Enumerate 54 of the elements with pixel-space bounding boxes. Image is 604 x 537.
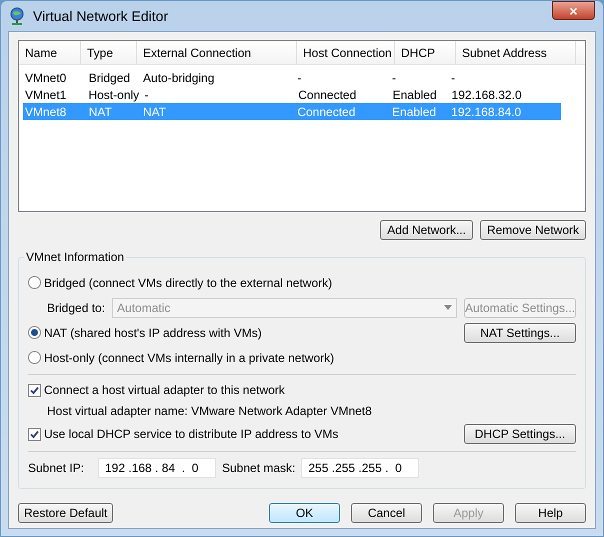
table-row[interactable]: VMnet0 Bridged Auto-bridging - - - xyxy=(23,69,561,86)
dhcp-settings-button[interactable]: DHCP Settings... xyxy=(464,424,576,444)
radio-label: NAT (shared host's IP address with VMs) xyxy=(44,324,262,342)
field-label: Subnet IP: xyxy=(28,460,86,477)
column-header[interactable]: Subnet Address xyxy=(456,41,576,64)
table-cell-text: Enabled xyxy=(392,86,438,104)
table-cell-text: 192.168.32.0 xyxy=(450,86,523,104)
radio-button[interactable] xyxy=(28,276,41,289)
table-cell-text: NAT xyxy=(88,104,113,120)
column-header[interactable]: Host Connection xyxy=(297,41,395,64)
table-cell-text: Enabled xyxy=(391,104,438,120)
column-header[interactable]: Name xyxy=(19,41,81,64)
adapter-name-text: Host virtual adapter name: VMware Network Adapter VMnet8 xyxy=(46,403,373,420)
table-cell-text: VMnet8 xyxy=(24,104,68,120)
checkbox[interactable] xyxy=(28,428,41,440)
group-title: VMnet Information xyxy=(24,250,126,264)
table-cell-text: NAT xyxy=(142,104,168,120)
radio-button[interactable] xyxy=(28,326,41,339)
field-label: Subnet mask: xyxy=(222,460,296,477)
dialog-button[interactable]: Help xyxy=(515,503,586,523)
table-cell-text: Host-only xyxy=(87,86,138,104)
table-cell-text: - xyxy=(296,70,302,86)
subnet-mask-field[interactable]: 255 .255 .255 . 0 xyxy=(301,458,420,478)
column-header[interactable]: External Connection xyxy=(137,41,297,64)
dialog-button[interactable]: Cancel xyxy=(351,503,422,523)
radio-label: Host-only (connect VMs internally in a private network) xyxy=(44,350,334,366)
checkbox[interactable] xyxy=(28,384,41,396)
table-cell-text: VMnet0 xyxy=(24,70,68,86)
dialog-button[interactable]: OK xyxy=(269,503,340,523)
table-cell-text: Auto-bridging xyxy=(142,70,216,86)
column-header[interactable]: DHCP xyxy=(395,41,456,64)
restore-default-button[interactable]: Restore Default xyxy=(18,503,114,523)
table-action-button[interactable]: Remove Network xyxy=(480,220,586,240)
column-header[interactable]: Type xyxy=(81,41,137,64)
network-globe-icon xyxy=(9,7,25,25)
table-cell-text: - xyxy=(143,86,150,104)
checkbox-label: Connect a host virtual adapter to this network xyxy=(44,382,285,399)
radio-label: Bridged (connect VMs directly to the external network) xyxy=(44,274,332,292)
table-cell-text: Bridged xyxy=(88,70,132,86)
table-action-button[interactable]: Add Network... xyxy=(380,220,473,240)
table-cell-text: - xyxy=(450,70,456,86)
table-cell-text: - xyxy=(391,70,398,86)
table-row[interactable]: VMnet1 Host-only - Connected Enabled 192.168.32.0 xyxy=(23,86,561,103)
table-cell-text: VMnet1 xyxy=(24,86,68,104)
window-title: Virtual Network Editor xyxy=(33,6,168,26)
table-cell-text: Connected xyxy=(297,86,358,104)
dropdown-arrow-icon xyxy=(444,305,452,310)
field-label: Bridged to: xyxy=(47,300,106,316)
subnet-ip-field[interactable]: 192 .168 . 84 . 0 xyxy=(98,458,216,478)
nat-settings-button[interactable]: NAT Settings... xyxy=(464,322,576,342)
checkbox-label: Use local DHCP service to distribute IP address to VMs xyxy=(44,426,338,443)
radio-button[interactable] xyxy=(28,351,41,364)
table-cell-text: Connected xyxy=(296,104,356,120)
table-cell-text: 192.168.84.0 xyxy=(450,104,522,120)
